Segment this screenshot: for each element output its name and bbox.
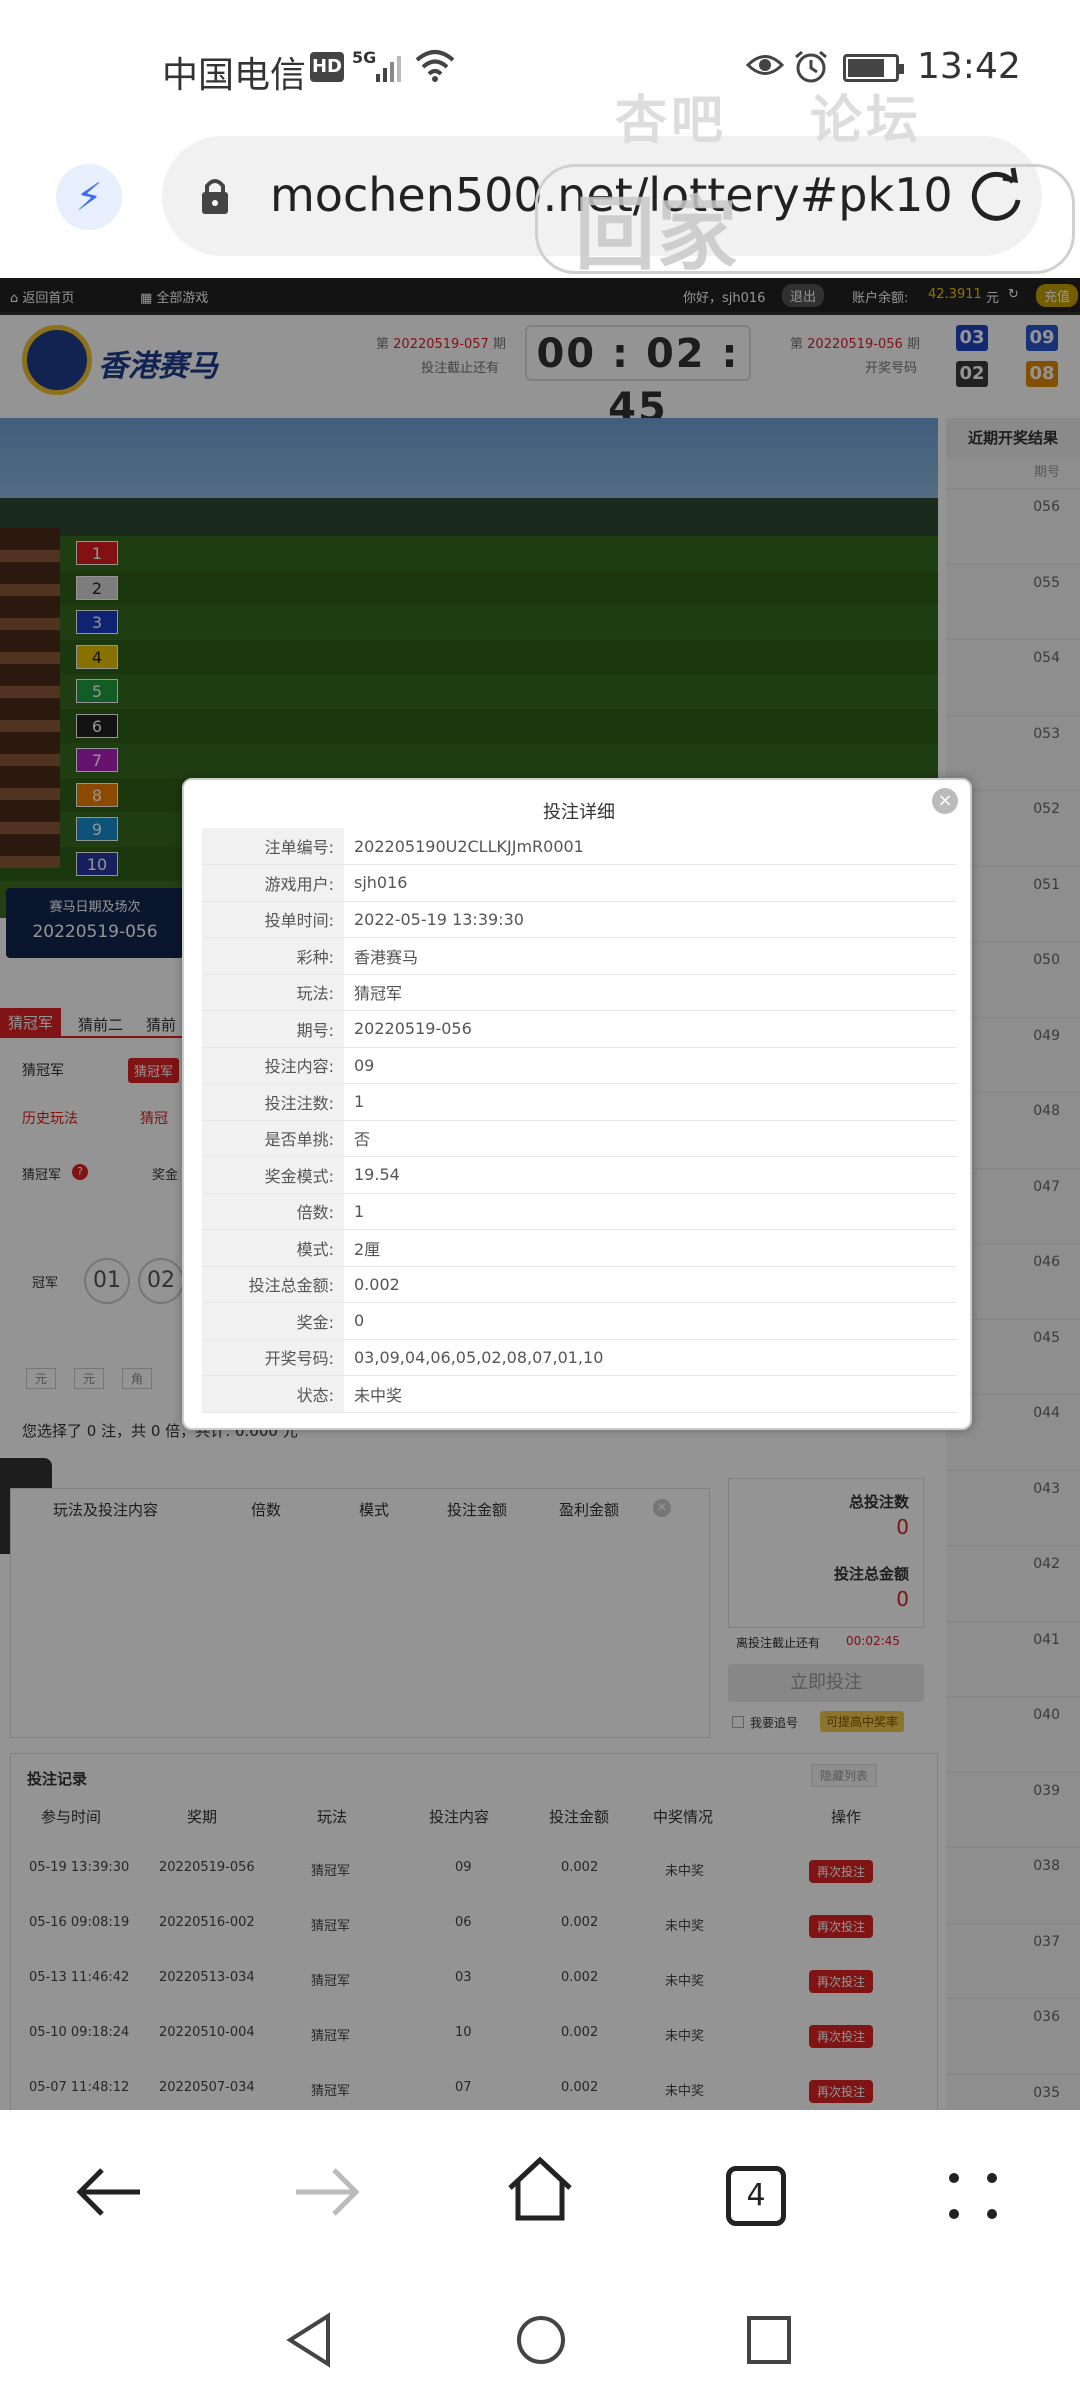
wifi-icon xyxy=(415,50,455,82)
detail-value: 19.54 xyxy=(344,1156,956,1194)
detail-key: 状态: xyxy=(202,1375,344,1413)
tabs-button[interactable]: 4 xyxy=(726,2166,786,2226)
network-type: 5G xyxy=(352,48,377,67)
detail-row: 倍数: 1 xyxy=(202,1193,956,1230)
detail-key: 奖金模式: xyxy=(202,1156,344,1194)
detail-key: 投注内容: xyxy=(202,1047,344,1084)
hd-badge: HD xyxy=(310,52,344,82)
detail-value: 1 xyxy=(344,1193,956,1230)
clock: 13:42 xyxy=(917,46,1021,87)
detail-key: 模式: xyxy=(202,1229,344,1267)
detail-row: 奖金: 0 xyxy=(202,1302,956,1340)
nav-back-icon[interactable] xyxy=(284,2312,334,2368)
detail-key: 玩法: xyxy=(202,974,344,1011)
alarm-icon xyxy=(795,50,827,83)
detail-value: 03,09,04,06,05,02,08,07,01,10 xyxy=(344,1339,956,1376)
detail-row: 状态: 未中奖 xyxy=(202,1375,956,1413)
detail-row: 开奖号码: 03,09,04,06,05,02,08,07,01,10 xyxy=(202,1339,956,1376)
menu-dots-icon[interactable] xyxy=(946,2170,1000,2222)
detail-key: 注单编号: xyxy=(202,828,344,865)
detail-row: 投注总金额: 0.002 xyxy=(202,1266,956,1303)
detail-key: 投注注数: xyxy=(202,1083,344,1121)
nav-home-icon[interactable] xyxy=(514,2312,568,2368)
system-nav-bar xyxy=(0,2290,1080,2400)
detail-row: 期号: 20220519-056 xyxy=(202,1010,956,1048)
detail-row: 模式: 2厘 xyxy=(202,1229,956,1267)
detail-key: 是否单挑: xyxy=(202,1120,344,1157)
detail-key: 倍数: xyxy=(202,1193,344,1230)
detail-value: 未中奖 xyxy=(344,1375,956,1413)
detail-key: 期号: xyxy=(202,1010,344,1048)
detail-key: 投注总金额: xyxy=(202,1266,344,1303)
detail-value: 香港赛马 xyxy=(344,937,956,975)
lock-icon xyxy=(202,179,228,214)
detail-value: sjh016 xyxy=(344,864,956,902)
detail-value: 0 xyxy=(344,1302,956,1340)
detail-value: 猜冠军 xyxy=(344,974,956,1011)
browser-toolbar: 4 xyxy=(0,2110,1080,2290)
battery-icon xyxy=(843,54,904,82)
carrier-name: 中国电信 xyxy=(162,55,307,96)
url-text[interactable]: mochen500.net/lottery#pk10 xyxy=(270,168,953,222)
detail-row: 投注内容: 09 xyxy=(202,1047,956,1084)
detail-row: 玩法: 猜冠军 xyxy=(202,974,956,1011)
detail-value: 09 xyxy=(344,1047,956,1084)
back-arrow-icon[interactable] xyxy=(72,2162,146,2222)
address-bar: ⚡ mochen500.net/lottery#pk10 xyxy=(0,136,1080,278)
detail-value: 否 xyxy=(344,1120,956,1157)
eye-icon xyxy=(746,55,784,75)
detail-value: 1 xyxy=(344,1083,956,1121)
bet-detail-dialog: 投注详细 × 注单编号: 202205190U2CLLKJJmR0001 游戏用户:… xyxy=(182,778,972,1430)
forward-arrow-icon[interactable] xyxy=(290,2162,364,2222)
detail-key: 奖金: xyxy=(202,1302,344,1340)
web-page: ⌂ 返回首页 ▦ 全部游戏 你好，sjh016 退出 账户余额: 42.3911… xyxy=(0,278,1080,2110)
detail-row: 投注注数: 1 xyxy=(202,1083,956,1121)
detail-row: 彩种: 香港赛马 xyxy=(202,937,956,975)
home-icon[interactable] xyxy=(504,2154,576,2224)
detail-value: 2022-05-19 13:39:30 xyxy=(344,901,956,938)
bolt-icon[interactable]: ⚡ xyxy=(56,164,122,230)
detail-key: 开奖号码: xyxy=(202,1339,344,1376)
detail-row: 是否单挑: 否 xyxy=(202,1120,956,1157)
detail-row: 投单时间: 2022-05-19 13:39:30 xyxy=(202,901,956,938)
detail-value: 20220519-056 xyxy=(344,1010,956,1048)
detail-key: 彩种: xyxy=(202,937,344,975)
detail-row: 奖金模式: 19.54 xyxy=(202,1156,956,1194)
nav-recents-icon[interactable] xyxy=(744,2312,794,2368)
detail-value: 2厘 xyxy=(344,1229,956,1267)
reload-icon[interactable] xyxy=(963,164,1029,230)
signal-icon xyxy=(376,56,401,82)
detail-row: 游戏用户: sjh016 xyxy=(202,864,956,902)
detail-table: 注单编号: 202205190U2CLLKJJmR0001 游戏用户: sjh016 投… xyxy=(202,828,956,1413)
detail-row: 注单编号: 202205190U2CLLKJJmR0001 xyxy=(202,828,956,865)
close-icon[interactable]: × xyxy=(932,788,958,814)
detail-key: 游戏用户: xyxy=(202,864,344,902)
detail-value: 202205190U2CLLKJJmR0001 xyxy=(344,828,956,865)
detail-key: 投单时间: xyxy=(202,901,344,938)
dialog-title: 投注详细 xyxy=(543,802,615,823)
status-bar: 中国电信 HD 5G 13:42 xyxy=(0,0,1080,136)
detail-value: 0.002 xyxy=(344,1266,956,1303)
